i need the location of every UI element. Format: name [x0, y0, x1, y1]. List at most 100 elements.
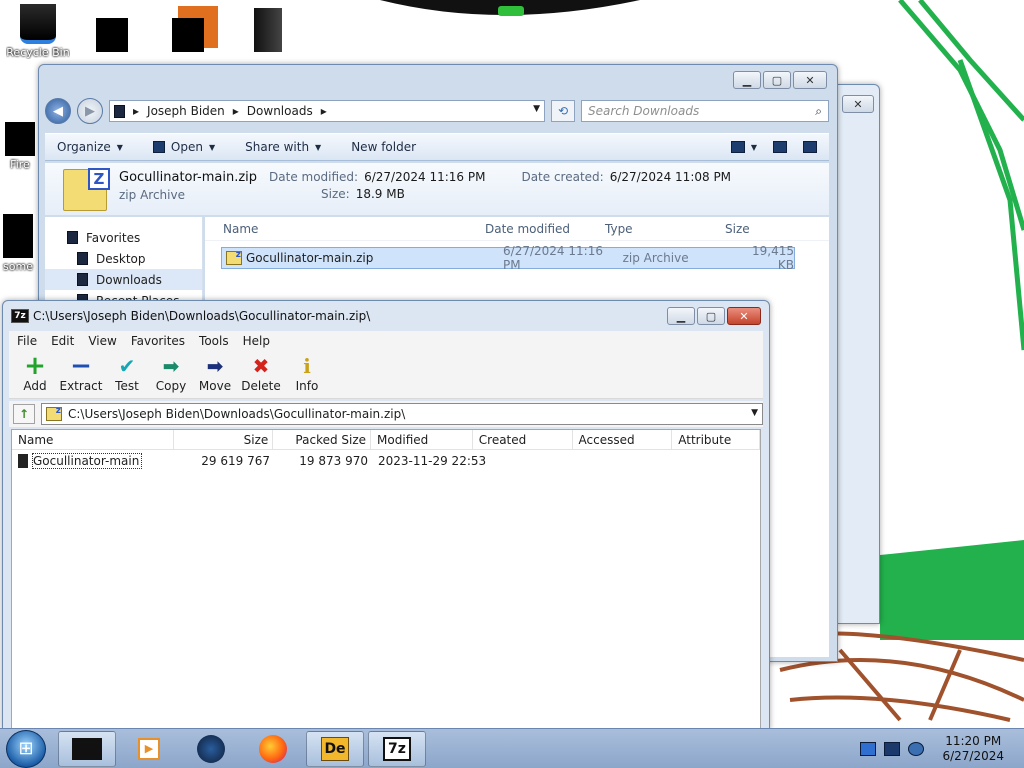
- file-row[interactable]: Gocullinator-main.zip 6/27/2024 11:16 PM…: [221, 244, 795, 272]
- breadcrumb-item[interactable]: Joseph Biden: [147, 104, 225, 118]
- column-accessed[interactable]: Accessed: [573, 429, 673, 450]
- preview-pane-button[interactable]: [773, 141, 787, 153]
- menu-file[interactable]: File: [17, 334, 37, 348]
- archive-item-size: 29 619 767: [201, 454, 270, 468]
- menu-edit[interactable]: Edit: [51, 334, 74, 348]
- column-date-modified[interactable]: Date modified: [485, 222, 605, 236]
- delete-x-icon: ✖: [252, 354, 270, 378]
- volume-icon[interactable]: [908, 741, 925, 756]
- brown-root: [789, 695, 1011, 722]
- details-name-col: Gocullinator-main.zip zip Archive: [119, 170, 257, 202]
- 7zip-window[interactable]: 7z C:\Users\Joseph Biden\Downloads\Gocul…: [2, 300, 770, 730]
- minimize-button[interactable]: ▁: [667, 307, 695, 325]
- network-icon[interactable]: [860, 741, 877, 756]
- chevron-down-icon[interactable]: ▼: [751, 408, 758, 418]
- maximize-button[interactable]: ▢: [763, 71, 791, 89]
- move-button[interactable]: ➡ Move: [195, 351, 235, 398]
- desktop-icon-redacted[interactable]: [80, 18, 144, 52]
- chevron-down-icon: ▼: [208, 142, 216, 152]
- nav-desktop[interactable]: Desktop: [45, 248, 202, 269]
- menu-view[interactable]: View: [88, 334, 116, 348]
- check-icon: ✔: [118, 354, 136, 378]
- redacted-icon: [172, 18, 204, 52]
- archive-item-packed-size: 19 873 970: [299, 454, 368, 468]
- details-modified-col: Date modified: 6/27/2024 11:16 PM Size: 18…: [269, 170, 485, 201]
- close-button[interactable]: ✕: [727, 307, 761, 325]
- menu-favorites[interactable]: Favorites: [131, 334, 185, 348]
- chevron-down-icon: ▼: [116, 142, 123, 152]
- nav-downloads[interactable]: Downloads: [45, 269, 202, 290]
- maximize-button[interactable]: ▢: [697, 307, 725, 325]
- column-attributes[interactable]: Attribute: [672, 429, 760, 450]
- new-folder-button[interactable]: New folder: [351, 140, 416, 154]
- taskbar-media-player[interactable]: ▶: [120, 731, 178, 767]
- location-icon: [114, 104, 125, 118]
- archive-file-list[interactable]: Name Size Packed Size Modified Created A…: [11, 429, 761, 729]
- up-folder-button[interactable]: ↑: [13, 404, 35, 424]
- info-button[interactable]: i Info: [287, 351, 327, 398]
- window-controls: ▁ ▢ ✕: [667, 307, 761, 325]
- column-type[interactable]: Type: [605, 222, 725, 236]
- delete-button[interactable]: ✖ Delete: [239, 351, 283, 398]
- folder-icon: [18, 454, 28, 469]
- 7zip-toolbar: + Add − Extract ✔ Test ➡ Copy ➡ Move ✖ Delete …: [9, 351, 763, 399]
- help-button[interactable]: [803, 141, 817, 153]
- close-button[interactable]: ✕: [793, 71, 827, 89]
- address-bar[interactable]: ▸ Joseph Biden ▸ Downloads ▸ ▼: [109, 100, 545, 122]
- details-created-col: Date created: 6/27/2024 11:08 PM: [521, 170, 731, 184]
- view-controls: ▼: [730, 141, 829, 153]
- background-dialog[interactable]: ✕: [838, 84, 880, 624]
- chevron-down-icon[interactable]: ▼: [533, 104, 540, 114]
- menu-tools[interactable]: Tools: [199, 334, 229, 348]
- extract-button[interactable]: − Extract: [59, 351, 103, 398]
- taskbar-firefox[interactable]: [244, 731, 302, 767]
- column-size[interactable]: Size: [725, 222, 805, 236]
- refresh-button[interactable]: ⟲: [551, 100, 575, 122]
- column-size[interactable]: Size: [174, 429, 274, 450]
- column-modified[interactable]: Modified: [371, 429, 473, 450]
- taskbar-globe[interactable]: [182, 731, 240, 767]
- green-stroke: [918, 0, 1024, 122]
- clock[interactable]: 11:20 PM 6/27/2024: [942, 734, 1004, 764]
- add-button[interactable]: + Add: [15, 351, 55, 398]
- open-button[interactable]: Open ▼: [152, 140, 216, 154]
- column-packed-size[interactable]: Packed Size: [273, 429, 372, 450]
- desktop-icon-monolith[interactable]: [236, 8, 300, 52]
- close-button[interactable]: ✕: [842, 95, 874, 113]
- desktop-icon-recycle-bin[interactable]: Recycle Bin: [6, 4, 70, 59]
- archive-row[interactable]: Gocullinator-main 29 619 767 19 873 970 …: [12, 450, 760, 472]
- forward-button[interactable]: ▶: [77, 98, 103, 124]
- green-stroke: [898, 0, 1024, 231]
- column-name[interactable]: Name: [223, 222, 485, 236]
- desktop-icon-redacted[interactable]: [156, 18, 220, 52]
- breadcrumb-item[interactable]: Downloads: [247, 104, 313, 118]
- minimize-button[interactable]: ▁: [733, 71, 761, 89]
- plus-icon: +: [24, 351, 46, 381]
- view-icon: [730, 141, 745, 153]
- taskbar-delphi[interactable]: De: [306, 730, 364, 767]
- search-input[interactable]: Search Downloads ⌕: [581, 100, 829, 122]
- taskbar-7zip[interactable]: 7z: [368, 730, 426, 767]
- share-with-button[interactable]: Share with ▼: [245, 140, 321, 154]
- copy-button[interactable]: ➡ Copy: [151, 351, 191, 398]
- column-created[interactable]: Created: [473, 429, 573, 450]
- downloads-icon: [77, 273, 88, 286]
- date-modified-label: Date modified:: [269, 170, 359, 184]
- test-button[interactable]: ✔ Test: [107, 351, 147, 398]
- up-arrow-icon: ↑: [18, 407, 30, 421]
- nav-favorites[interactable]: Favorites: [45, 227, 202, 248]
- window-controls: ▁ ▢ ✕: [733, 71, 827, 89]
- column-name[interactable]: Name: [12, 429, 174, 450]
- change-view-button[interactable]: ▼: [730, 141, 757, 153]
- back-button[interactable]: ◀: [45, 98, 71, 124]
- file-manager-icon: [72, 737, 102, 760]
- path-combo[interactable]: C:\Users\Joseph Biden\Downloads\Gocullin…: [41, 403, 763, 425]
- display-icon[interactable]: [884, 741, 901, 756]
- redacted-icon: [3, 214, 33, 258]
- windows-logo-icon: ⊞: [18, 738, 34, 759]
- start-button[interactable]: ⊞: [6, 729, 46, 768]
- breadcrumb-separator: ▸: [320, 104, 327, 118]
- taskbar-file-manager[interactable]: [58, 730, 116, 767]
- organize-button[interactable]: Organize ▼: [57, 140, 123, 154]
- menu-help[interactable]: Help: [243, 334, 270, 348]
